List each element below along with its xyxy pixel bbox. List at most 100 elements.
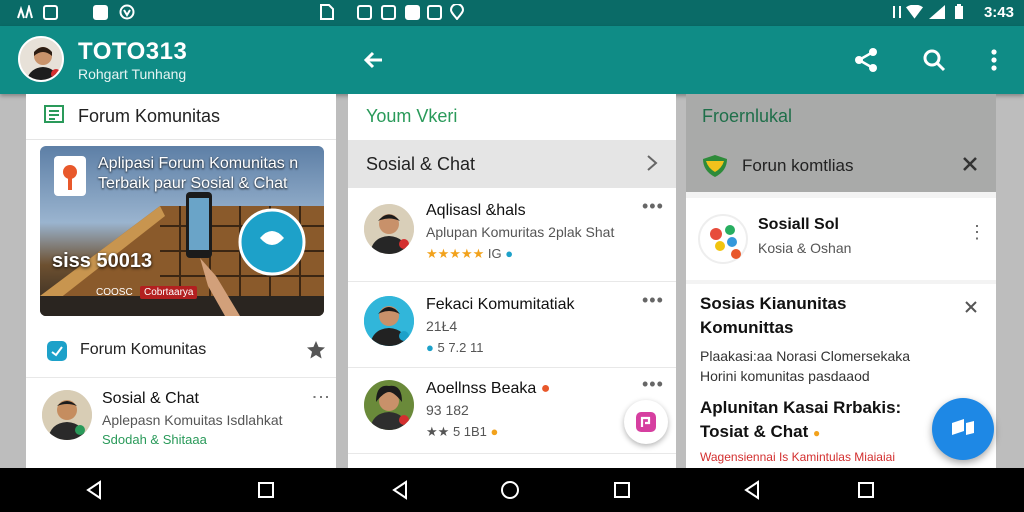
gallery-icon [92,4,109,20]
avatar [364,380,414,430]
card-body: Plaakasi:aa Norasi Clomersekaka Horini k… [700,346,910,386]
card-heading: Aplunitan Kasai Rrbakis: Tosiat & Chat ● [700,396,901,445]
signal-icon [16,4,33,20]
screen: 3:43 TOTO313 Rohgart Tunhang Forum Komun… [0,0,1024,512]
shield-icon [702,154,728,183]
list-icon [44,105,64,128]
item-rating: ● 5 7.2 11 [426,340,484,355]
more-vert-icon[interactable]: ⋮ [968,222,987,243]
nav-back-icon-3[interactable] [742,480,762,500]
chat-fab[interactable] [932,398,994,460]
nav-home-icon[interactable] [500,480,520,500]
verified-icon: ● [426,340,434,355]
forum-row-label: Forum Komunitas [80,341,207,358]
forum-row[interactable]: Forum Komunitas [26,326,336,378]
item-subtitle: Aplupan Komuritas 2plak Shat [426,224,615,240]
banner-brand-text: siss 50013 [52,250,153,272]
panel-header-label: Forum Komunitas [78,106,221,126]
emoji-icon: ● [490,424,499,439]
vpn-icon [118,4,135,20]
more-vert-icon[interactable] [980,46,1008,74]
close-icon[interactable] [964,300,978,319]
rating-text: 5 7.2 11 [437,340,484,355]
promo-banner[interactable]: Aplipasi Forum Komunitas n Terbaik paur … [40,146,324,316]
card[interactable]: Sosiall Sol Kosia & Oshan ⋮ [686,198,996,280]
card-title: Sosias Kianunitas Komunittas [700,292,846,340]
cast-icon [356,4,373,20]
card-heading-line1: Aplunitan Kasai Rrbakis: [700,398,902,417]
profile-avatar[interactable] [18,36,64,82]
share-icon[interactable] [852,46,880,74]
emoji-icon: ● [813,426,821,440]
item-rating: ★★★★★ IG ● [426,246,513,262]
avatar [42,390,92,440]
item-title: Fekaci Komumitatiak [426,296,575,313]
banner-title: Aplipasi Forum Komunitas n Terbaik paur … [98,154,298,194]
item-title-text: Aoellnss Beaka [426,380,537,397]
item-subtitle: 93 182 [426,402,469,418]
card-title-line1: Sosias Kianunitas [700,294,847,313]
category-label: Sosial & Chat [366,154,476,174]
filter-chip-label: Forun komtlias [742,156,854,175]
card-title-line2: Komunittas [700,318,794,337]
nav-back-icon-2[interactable] [390,480,410,500]
banner-title-line2: Terbaik paur Sosial & Chat [98,175,288,192]
card-heading-line2-text: Tosiat & Chat [700,422,809,441]
star-icon[interactable] [306,340,326,365]
avatar [364,204,414,254]
rating-text: IG [487,246,502,261]
card-body-line1: Plaakasi:aa Norasi Clomersekaka [700,348,911,364]
more-horiz-icon[interactable]: ••• [642,374,664,395]
chat-icon [952,419,974,435]
navigation-bar [0,468,1024,512]
more-horiz-icon[interactable]: ••• [642,290,664,311]
rating-stars-icon: ★★★★★ [426,246,485,261]
nav-recents-icon[interactable] [256,480,276,500]
card-title: Sosiall Sol [758,216,839,233]
item-subtitle: Aplepasn Komuitas Isdlahkat [102,412,283,428]
chevron-right-icon [646,154,658,177]
filter-chip[interactable]: Forun komtlias [686,142,996,188]
verified-icon: ● [505,246,514,261]
nav-recents-icon-2[interactable] [612,480,632,500]
card-body-line2: Horini komunitas pasdaaod [700,368,870,384]
location-icon [448,4,465,20]
forum-panel-left: Forum Komunitas Aplipasi Forum Komunitas… [26,94,336,468]
item-title: Sosial & Chat [102,390,199,407]
more-horiz-icon[interactable]: ••• [642,196,664,217]
back-arrow-icon[interactable] [360,46,388,74]
clock: 3:43 [983,4,1014,21]
rating-text: 5 1B1 [452,424,487,439]
rating-stars-icon: ★★ [426,424,450,439]
chat-status-icon [426,4,443,20]
sd-card-icon [318,4,335,20]
compose-fab[interactable] [624,400,668,444]
item-title: Aoellnss Beaka ● [426,380,550,398]
nav-back-icon[interactable] [84,480,104,500]
card-subtitle: Kosia & Oshan [758,240,852,256]
battery-icon [950,4,967,20]
badge-icon: ● [540,380,551,397]
status-bar: 3:43 [0,0,1024,26]
chat-bubble-icon [46,340,68,367]
card-heading-line2: Tosiat & Chat ● [700,420,901,445]
app-toolbar: TOTO313 Rohgart Tunhang [0,26,1024,94]
banner-title-line1: Aplipasi Forum Komunitas n [98,155,299,172]
avatar [364,296,414,346]
image-icon [42,4,59,20]
close-icon[interactable] [962,156,978,177]
nav-recents-icon-3[interactable] [856,480,876,500]
search-icon[interactable] [920,46,948,74]
list-item[interactable]: Aqlisasl &hals Aplupan Komuritas 2plak S… [348,188,676,282]
banner-tag-1: COOSC [96,287,133,298]
list-item[interactable]: Fekaci Komumitatiak 21Ł4 ● 5 7.2 11 ••• [348,282,676,368]
panel-header[interactable]: Forum Komunitas [26,94,336,140]
panel-header: Youm Vkeri [366,106,458,126]
app-subtitle: Rohgart Tunhang [78,66,187,82]
item-rating: ★★ 5 1B1 ● [426,424,498,440]
more-vert-icon[interactable]: ⋮ [310,388,332,407]
item-title: Aqlisasl &hals [426,202,526,219]
category-row[interactable]: Sosial & Chat [348,140,676,188]
wifi-icon [906,4,923,20]
list-item[interactable]: Sosial & Chat Aplepasn Komuitas Isdlahka… [26,378,336,468]
